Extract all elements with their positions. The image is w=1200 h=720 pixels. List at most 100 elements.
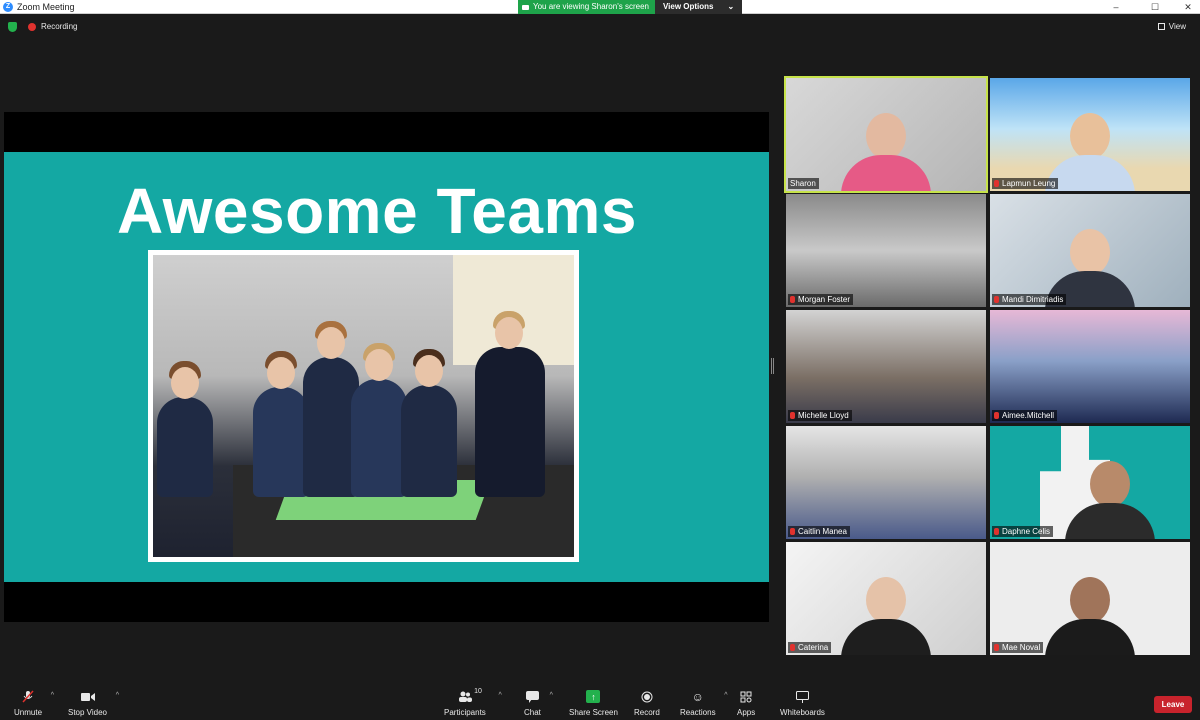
video-tile[interactable]: Lapmun Leung bbox=[990, 78, 1190, 191]
smiley-icon: ☺ bbox=[691, 689, 704, 704]
video-tile[interactable]: Michelle Lloyd bbox=[786, 310, 986, 423]
stop-video-button[interactable]: Stop Video ^ bbox=[68, 690, 119, 717]
student-figure bbox=[351, 343, 407, 497]
participant-face bbox=[1070, 229, 1110, 275]
participant-name: Michelle Lloyd bbox=[798, 411, 849, 420]
participant-face bbox=[1090, 461, 1130, 507]
chevron-up-icon[interactable]: ^ bbox=[550, 692, 553, 699]
record-button[interactable]: Record bbox=[634, 690, 660, 717]
chevron-up-icon[interactable]: ^ bbox=[116, 692, 119, 699]
recording-label: Recording bbox=[41, 22, 78, 31]
apps-button[interactable]: Apps bbox=[737, 690, 755, 717]
participant-name-tag: Daphne Celis bbox=[992, 526, 1054, 537]
video-camera-icon bbox=[80, 690, 95, 703]
share-banner: You are viewing Sharon's screen View Opt… bbox=[518, 0, 743, 14]
reactions-button[interactable]: ☺ Reactions ^ bbox=[680, 689, 728, 718]
video-tile[interactable]: Caitlin Manea bbox=[786, 426, 986, 539]
participant-name-tag: Morgan Foster bbox=[788, 294, 854, 305]
unmute-label: Unmute bbox=[14, 708, 43, 717]
record-dot-icon bbox=[28, 22, 36, 31]
chevron-up-icon[interactable]: ^ bbox=[499, 692, 502, 699]
grid-view-icon bbox=[1157, 23, 1165, 30]
student-head bbox=[495, 317, 523, 349]
participant-body bbox=[1065, 503, 1155, 539]
video-tile[interactable]: Caterina bbox=[786, 542, 986, 655]
view-label: View bbox=[1168, 22, 1186, 31]
presentation-slide: Awesome Teams bbox=[4, 152, 769, 582]
participant-face bbox=[866, 113, 906, 159]
chevron-up-icon[interactable]: ^ bbox=[51, 692, 54, 699]
student-figure bbox=[475, 311, 545, 497]
participants-label: Participants bbox=[444, 708, 486, 717]
share-screen-button[interactable]: ↑ Share Screen bbox=[569, 690, 618, 717]
gallery-resize-handle[interactable] bbox=[771, 358, 774, 374]
video-tile[interactable]: Morgan Foster bbox=[786, 194, 986, 307]
record-circle-icon bbox=[640, 690, 654, 703]
participant-silhouette bbox=[841, 577, 931, 655]
student-figure bbox=[253, 351, 309, 497]
whiteboards-button[interactable]: Whiteboards bbox=[780, 690, 825, 717]
close-button[interactable]: ✕ bbox=[1176, 0, 1200, 14]
maximize-button[interactable]: ☐ bbox=[1143, 0, 1167, 14]
student-head bbox=[317, 327, 345, 359]
video-tile[interactable]: Aimee.Mitchell bbox=[990, 310, 1190, 423]
participant-silhouette bbox=[1065, 461, 1155, 539]
participant-name-tag: Sharon bbox=[788, 178, 819, 189]
video-tile[interactable]: Mae Noval bbox=[990, 542, 1190, 655]
apps-label: Apps bbox=[737, 708, 756, 717]
chevron-down-icon: ⌄ bbox=[727, 2, 735, 11]
slide-photo bbox=[148, 250, 579, 562]
reactions-label: Reactions bbox=[680, 708, 716, 717]
chat-label: Chat bbox=[524, 708, 541, 717]
participant-face bbox=[1070, 577, 1110, 623]
mic-muted-icon bbox=[994, 644, 999, 651]
students-photo-image bbox=[153, 255, 574, 557]
participants-button[interactable]: 10 Participants ^ bbox=[444, 688, 502, 717]
share-arrow-icon: ↑ bbox=[586, 690, 601, 703]
mic-muted-icon bbox=[994, 528, 999, 535]
participant-name-tag: Michelle Lloyd bbox=[788, 410, 852, 421]
participant-name: Aimee.Mitchell bbox=[1002, 411, 1055, 420]
minimize-button[interactable]: – bbox=[1104, 0, 1128, 14]
whiteboard-icon bbox=[795, 690, 809, 703]
unmute-button[interactable]: Unmute ^ bbox=[14, 690, 54, 717]
people-icon: 10 bbox=[458, 688, 482, 703]
participant-name-tag: Caitlin Manea bbox=[788, 526, 850, 537]
share-screen-label: Share Screen bbox=[569, 708, 618, 717]
whiteboards-label: Whiteboards bbox=[780, 708, 825, 717]
leave-button[interactable]: Leave bbox=[1154, 696, 1192, 713]
participant-name: Mandi Dimitriadis bbox=[1002, 295, 1064, 304]
video-tile[interactable]: Mandi Dimitriadis bbox=[990, 194, 1190, 307]
window-title: Zoom Meeting bbox=[17, 2, 75, 12]
participant-name: Morgan Foster bbox=[798, 295, 851, 304]
participant-body bbox=[1045, 155, 1135, 191]
apps-icon bbox=[739, 690, 753, 703]
meeting-toolbar: Unmute ^ Stop Video ^ 10 Participants ^ … bbox=[0, 684, 1200, 720]
slide-title: Awesome Teams bbox=[117, 175, 637, 247]
view-options-label: View Options bbox=[662, 2, 714, 11]
view-button[interactable]: View bbox=[1157, 22, 1186, 31]
participant-face bbox=[866, 577, 906, 623]
video-tile[interactable]: Sharon bbox=[784, 76, 988, 193]
student-head bbox=[171, 367, 199, 399]
participant-silhouette bbox=[1045, 577, 1135, 655]
recording-indicator[interactable]: Recording bbox=[28, 22, 77, 31]
chat-button[interactable]: Chat ^ bbox=[524, 690, 553, 717]
student-figure bbox=[401, 349, 457, 497]
zoom-logo-icon: Z bbox=[3, 2, 13, 12]
student-head bbox=[365, 349, 393, 381]
video-tile[interactable]: Daphne Celis bbox=[990, 426, 1190, 539]
participant-name-tag: Aimee.Mitchell bbox=[992, 410, 1058, 421]
mic-muted-icon bbox=[994, 180, 999, 187]
mic-muted-icon bbox=[994, 296, 999, 303]
participant-name: Sharon bbox=[790, 179, 816, 188]
view-options-button[interactable]: View Options ⌄ bbox=[654, 0, 743, 14]
participant-name: Daphne Celis bbox=[1002, 527, 1051, 536]
security-shield-icon[interactable] bbox=[8, 22, 17, 32]
mic-muted-icon bbox=[790, 644, 795, 651]
participant-name-tag: Mae Noval bbox=[992, 642, 1044, 653]
chevron-up-icon[interactable]: ^ bbox=[724, 692, 727, 699]
viewing-screen-indicator: You are viewing Sharon's screen bbox=[518, 0, 655, 14]
participant-silhouette bbox=[841, 113, 931, 191]
mic-muted-icon bbox=[790, 296, 795, 303]
